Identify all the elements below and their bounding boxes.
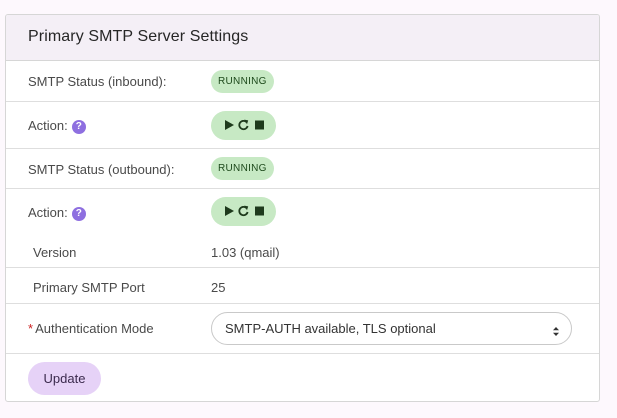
port-value: 25 xyxy=(211,280,226,295)
port-row: Primary SMTP Port 25 xyxy=(6,268,599,304)
inbound-status-row: SMTP Status (inbound): RUNNING xyxy=(6,61,599,102)
auth-mode-label: * Authentication Mode xyxy=(28,321,154,336)
update-button[interactable]: Update xyxy=(28,362,101,395)
version-row: Version 1.03 (qmail) xyxy=(6,236,599,268)
outbound-status-row: SMTP Status (outbound): RUNNING xyxy=(6,149,599,189)
version-label: Version xyxy=(33,245,77,260)
required-marker: * xyxy=(28,321,34,336)
stop-icon[interactable] xyxy=(253,204,266,218)
help-icon[interactable]: ? xyxy=(71,120,86,134)
inbound-action-row: Action:? xyxy=(6,102,599,149)
outbound-action-row: Action:? xyxy=(6,189,599,236)
auth-mode-select[interactable]: SMTP-AUTH available, TLS optional xyxy=(211,312,572,345)
inbound-action-label-text: Action: xyxy=(28,118,68,133)
smtp-settings-panel: Primary SMTP Server Settings SMTP Status… xyxy=(5,14,600,402)
help-icon[interactable]: ? xyxy=(71,207,86,221)
panel-title: Primary SMTP Server Settings xyxy=(28,28,249,45)
version-value: 1.03 (qmail) xyxy=(211,245,280,260)
auth-mode-row: * Authentication Mode SMTP-AUTH available… xyxy=(6,304,599,354)
auth-mode-label-text: Authentication Mode xyxy=(35,321,154,336)
select-caret-icon xyxy=(552,324,560,342)
auth-mode-selected-value: SMTP-AUTH available, TLS optional xyxy=(225,321,436,336)
restart-icon[interactable] xyxy=(237,204,250,218)
play-icon[interactable] xyxy=(223,204,236,218)
stop-icon[interactable] xyxy=(253,118,266,132)
inbound-status-label: SMTP Status (inbound): xyxy=(28,74,167,89)
outbound-action-label: Action:? xyxy=(28,205,86,221)
play-icon[interactable] xyxy=(223,118,236,132)
outbound-status-badge: RUNNING xyxy=(211,157,274,180)
outbound-action-group xyxy=(211,197,276,226)
port-label: Primary SMTP Port xyxy=(33,280,145,295)
outbound-status-label: SMTP Status (outbound): xyxy=(28,162,175,177)
inbound-action-label: Action:? xyxy=(28,118,86,134)
panel-header: Primary SMTP Server Settings xyxy=(6,15,599,61)
form-footer: Update xyxy=(6,354,599,401)
restart-icon[interactable] xyxy=(237,118,250,132)
inbound-action-group xyxy=(211,111,276,140)
inbound-status-badge: RUNNING xyxy=(211,70,274,93)
outbound-action-label-text: Action: xyxy=(28,205,68,220)
